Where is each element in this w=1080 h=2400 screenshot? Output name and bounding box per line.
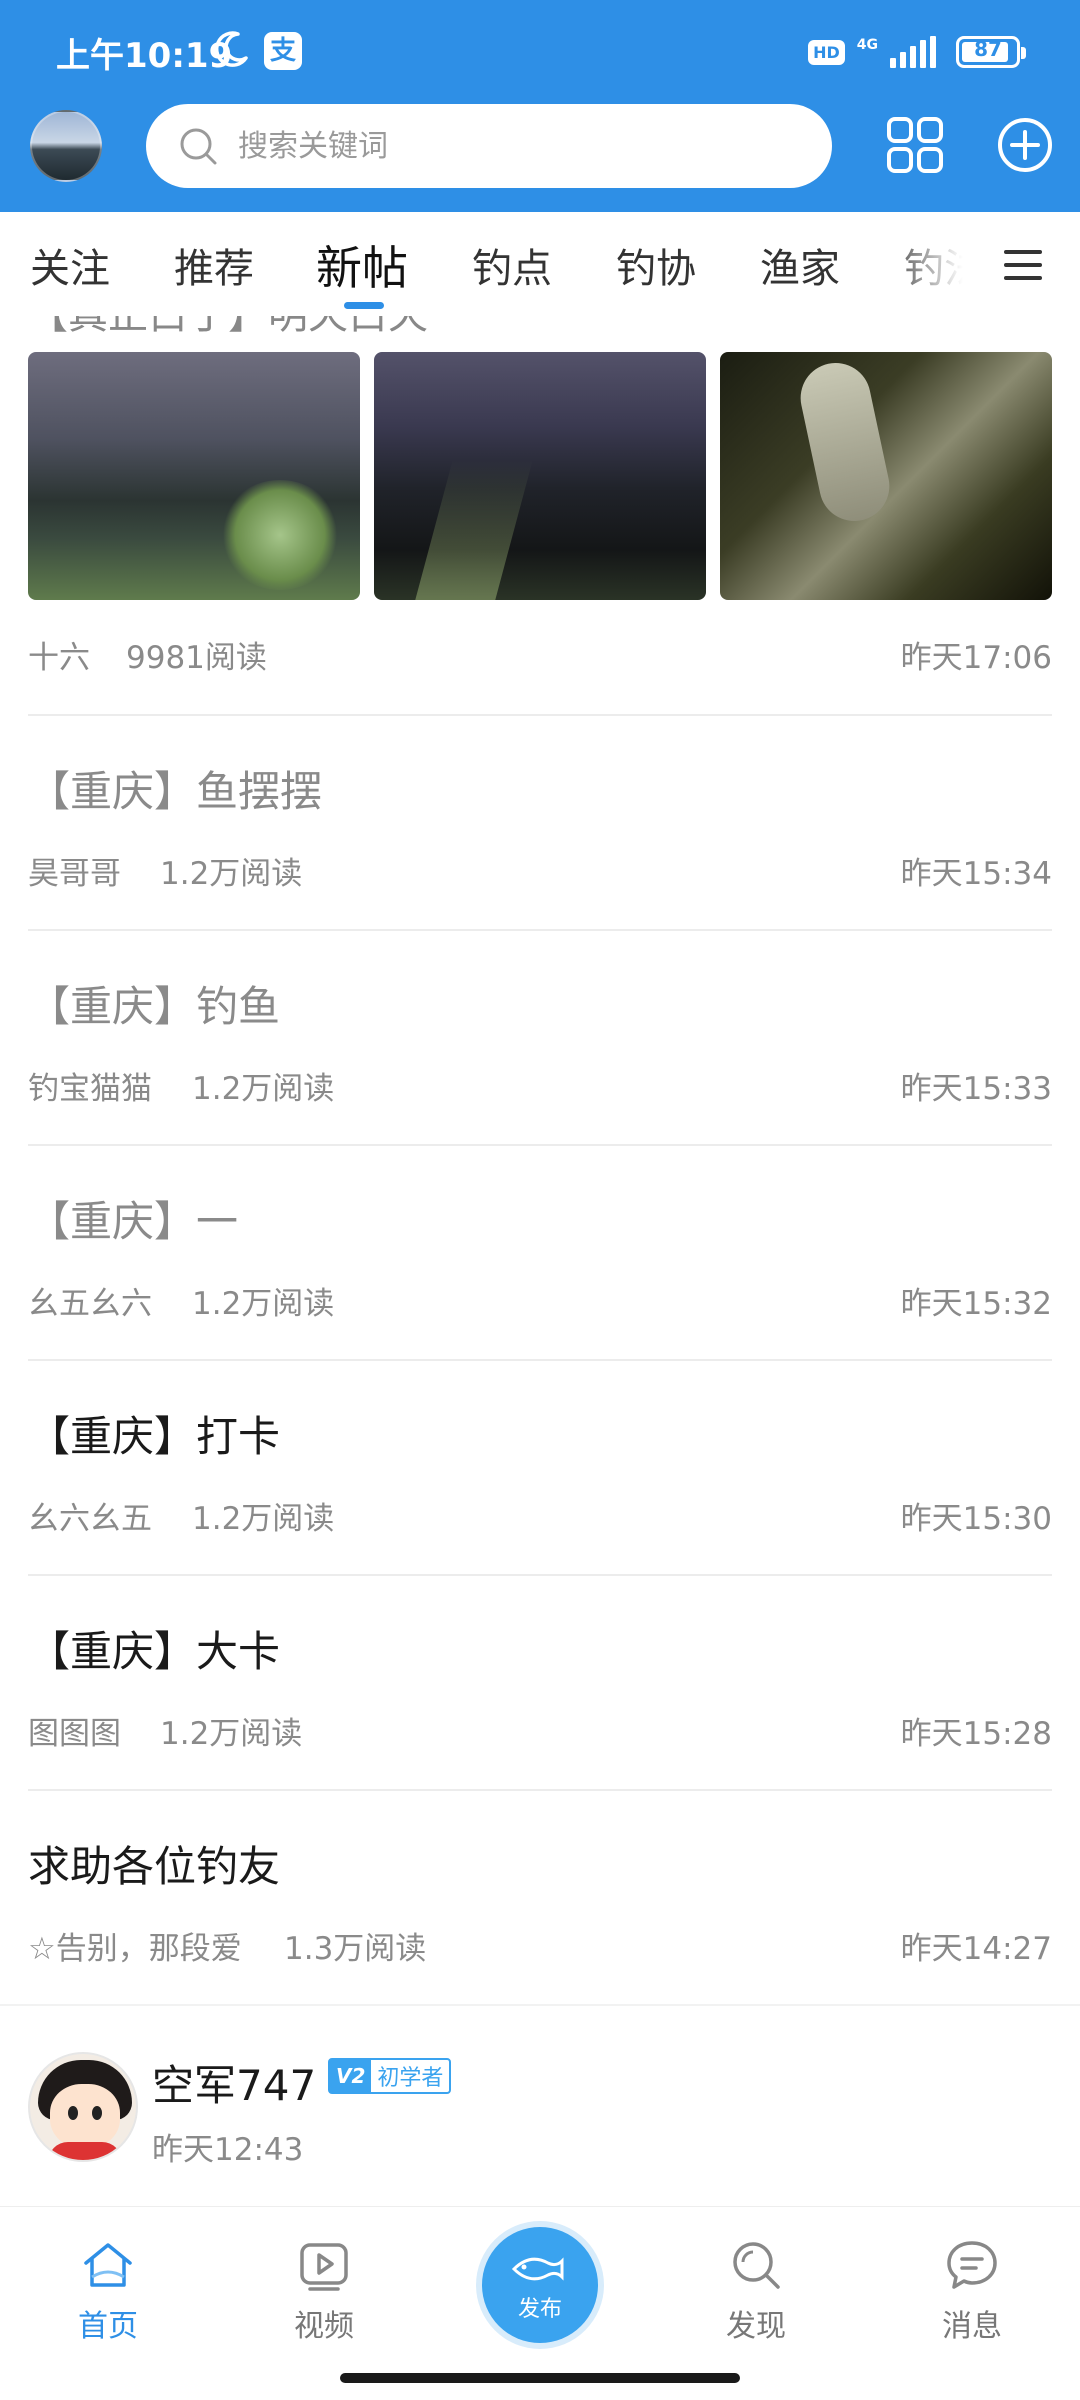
nav-home[interactable]: 首页 [38, 2237, 178, 2357]
post-meta: 图图图 1.2万阅读 昨天15:28 [28, 1708, 1052, 1752]
post-title: 【重庆】鱼摆摆 [28, 767, 323, 816]
app-header: 上午10:19 支 HD 4G 87 [0, 0, 1080, 212]
post-author[interactable]: 幺五幺六 [28, 1278, 152, 1323]
post-time: 昨天15:34 [900, 856, 1052, 892]
publish-button[interactable]: 发布 [482, 2227, 598, 2343]
nav-messages[interactable]: 消息 [902, 2237, 1042, 2357]
add-icon[interactable] [996, 116, 1054, 174]
home-icon [84, 2243, 132, 2287]
nav-discover-label: 发现 [726, 2309, 786, 2344]
post-image[interactable] [28, 352, 360, 600]
status-bar: 上午10:19 支 HD 4G 87 [0, 0, 1080, 100]
post-reads: 1.3万阅读 [284, 1931, 427, 1967]
section-separator [0, 2004, 1080, 2006]
discover-icon [733, 2242, 780, 2289]
video-icon [300, 2243, 348, 2291]
post-reads: 1.2万阅读 [160, 856, 303, 892]
post-image[interactable] [374, 352, 706, 600]
post-reads: 9981阅读 [126, 640, 267, 676]
post-meta: 幺五幺六 1.2万阅读 昨天15:32 [28, 1278, 1052, 1322]
post-item[interactable]: 【重庆】鱼摆摆 昊哥哥 1.2万阅读 昨天15:34 [0, 716, 1080, 931]
post-time: 昨天17:06 [900, 640, 1052, 676]
post-image[interactable] [720, 352, 1052, 600]
user-level: V2 [330, 2060, 372, 2092]
signal-icon [890, 36, 936, 68]
battery-icon: 87 [956, 36, 1026, 68]
search-input[interactable] [238, 122, 798, 170]
bottom-nav: 首页 视频 发布 发现 消息 [0, 2206, 1080, 2400]
tab-new-posts[interactable]: 新帖 [316, 232, 408, 298]
post-image-row[interactable] [28, 352, 1052, 600]
fish-logo-icon [511, 2257, 564, 2281]
post-author[interactable]: 十六 [28, 632, 90, 677]
post-title: 【重庆】打卡 [28, 1412, 281, 1461]
nav-home-label: 首页 [78, 2309, 138, 2344]
post-item[interactable]: 【重庆】大卡 图图图 1.2万阅读 昨天15:28 [0, 1576, 1080, 1791]
user-rank: 初学者 [377, 2066, 444, 2091]
menu-icon[interactable] [1000, 242, 1046, 288]
post-author[interactable]: 钓宝猫猫 [28, 1063, 152, 1108]
post-reads: 1.2万阅读 [192, 1286, 335, 1322]
nav-discover[interactable]: 发现 [686, 2237, 826, 2357]
post-item[interactable]: 求助各位钓友 ☆告别，那段爱 1.3万阅读 昨天14:27 [0, 1791, 1080, 2006]
post-title: 【重庆】大卡 [28, 1627, 281, 1676]
tab-follow[interactable]: 关注 [30, 236, 110, 294]
post-meta: 幺六幺五 1.2万阅读 昨天15:30 [28, 1493, 1052, 1537]
nav-messages-label: 消息 [942, 2309, 1002, 2344]
network-type: 4G [856, 37, 878, 53]
status-time: 上午10:19 [56, 36, 233, 76]
hd-icon: HD [808, 39, 845, 65]
post-author[interactable]: 幺六幺五 [28, 1493, 152, 1538]
post-title: 求助各位钓友 [28, 1842, 281, 1891]
post-reads: 1.2万阅读 [192, 1071, 335, 1107]
post-meta: 钓宝猫猫 1.2万阅读 昨天15:33 [28, 1063, 1052, 1107]
post-time: 昨天15:33 [900, 1071, 1052, 1107]
post-meta: ☆告别，那段爱 1.3万阅读 昨天14:27 [28, 1923, 1052, 1967]
active-tab-indicator [344, 302, 384, 309]
nav-video-label: 视频 [294, 2309, 354, 2344]
home-indicator[interactable] [340, 2373, 740, 2383]
post-time: 昨天14:27 [900, 1931, 1052, 1967]
grid-icon[interactable] [886, 116, 944, 174]
post-meta: 十六 9981阅读 昨天17:06 [28, 632, 1052, 676]
post-time: 昨天15:32 [900, 1286, 1052, 1322]
tab-fishing-association[interactable]: 钓协 [616, 236, 696, 294]
search-bar[interactable] [146, 104, 832, 188]
search-icon [180, 128, 217, 165]
status-indicators: HD 4G 87 [808, 32, 1026, 72]
post-time: 昨天15:30 [900, 1501, 1052, 1537]
user-post-card[interactable]: 空军747 V2 初学者 昨天12:43 [0, 2016, 1080, 2206]
post-item[interactable]: 【重庆】一 幺五幺六 1.2万阅读 昨天15:32 [0, 1146, 1080, 1361]
post-author[interactable]: 昊哥哥 [28, 848, 121, 893]
post-time: 昨天15:28 [900, 1716, 1052, 1752]
user-avatar[interactable] [28, 2052, 138, 2162]
post-title-partial[interactable]: 【真正白丁】明天白天 [28, 316, 428, 340]
nav-video[interactable]: 视频 [254, 2237, 394, 2357]
user-name[interactable]: 空军747 [152, 2052, 316, 2113]
message-icon [947, 2241, 997, 2289]
post-author[interactable]: ☆告别，那段爱 [28, 1923, 242, 1968]
user-post-time: 昨天12:43 [152, 2132, 304, 2168]
post-title: 【重庆】钓鱼 [28, 982, 281, 1031]
moon-icon [215, 31, 248, 67]
post-reads: 1.2万阅读 [160, 1716, 303, 1752]
alipay-icon: 支 [264, 32, 302, 70]
tab-fishing-farms[interactable]: 渔家 [760, 236, 840, 294]
post-item[interactable]: 【重庆】打卡 幺六幺五 1.2万阅读 昨天15:30 [0, 1361, 1080, 1576]
tab-recommend[interactable]: 推荐 [174, 236, 254, 294]
tab-fishing-spots[interactable]: 钓点 [472, 236, 552, 294]
post-item[interactable]: 【重庆】钓鱼 钓宝猫猫 1.2万阅读 昨天15:33 [0, 931, 1080, 1146]
post-title: 【重庆】一 [28, 1197, 239, 1246]
post-reads: 1.2万阅读 [192, 1501, 335, 1537]
battery-level: 87 [974, 37, 1002, 61]
post-author[interactable]: 图图图 [28, 1708, 121, 1753]
category-tabs: 关注 推荐 新帖 钓点 钓协 渔家 钓法 [0, 212, 1080, 316]
post-feed: 【真正白丁】明天白天 十六 9981阅读 昨天17:06 【重庆】鱼摆摆 昊哥哥… [0, 316, 1080, 2006]
publish-label: 发布 [517, 2297, 562, 2322]
user-avatar-top[interactable] [30, 110, 102, 182]
user-level-badge: V2 初学者 [328, 2058, 452, 2094]
post-meta: 昊哥哥 1.2万阅读 昨天15:34 [28, 848, 1052, 892]
